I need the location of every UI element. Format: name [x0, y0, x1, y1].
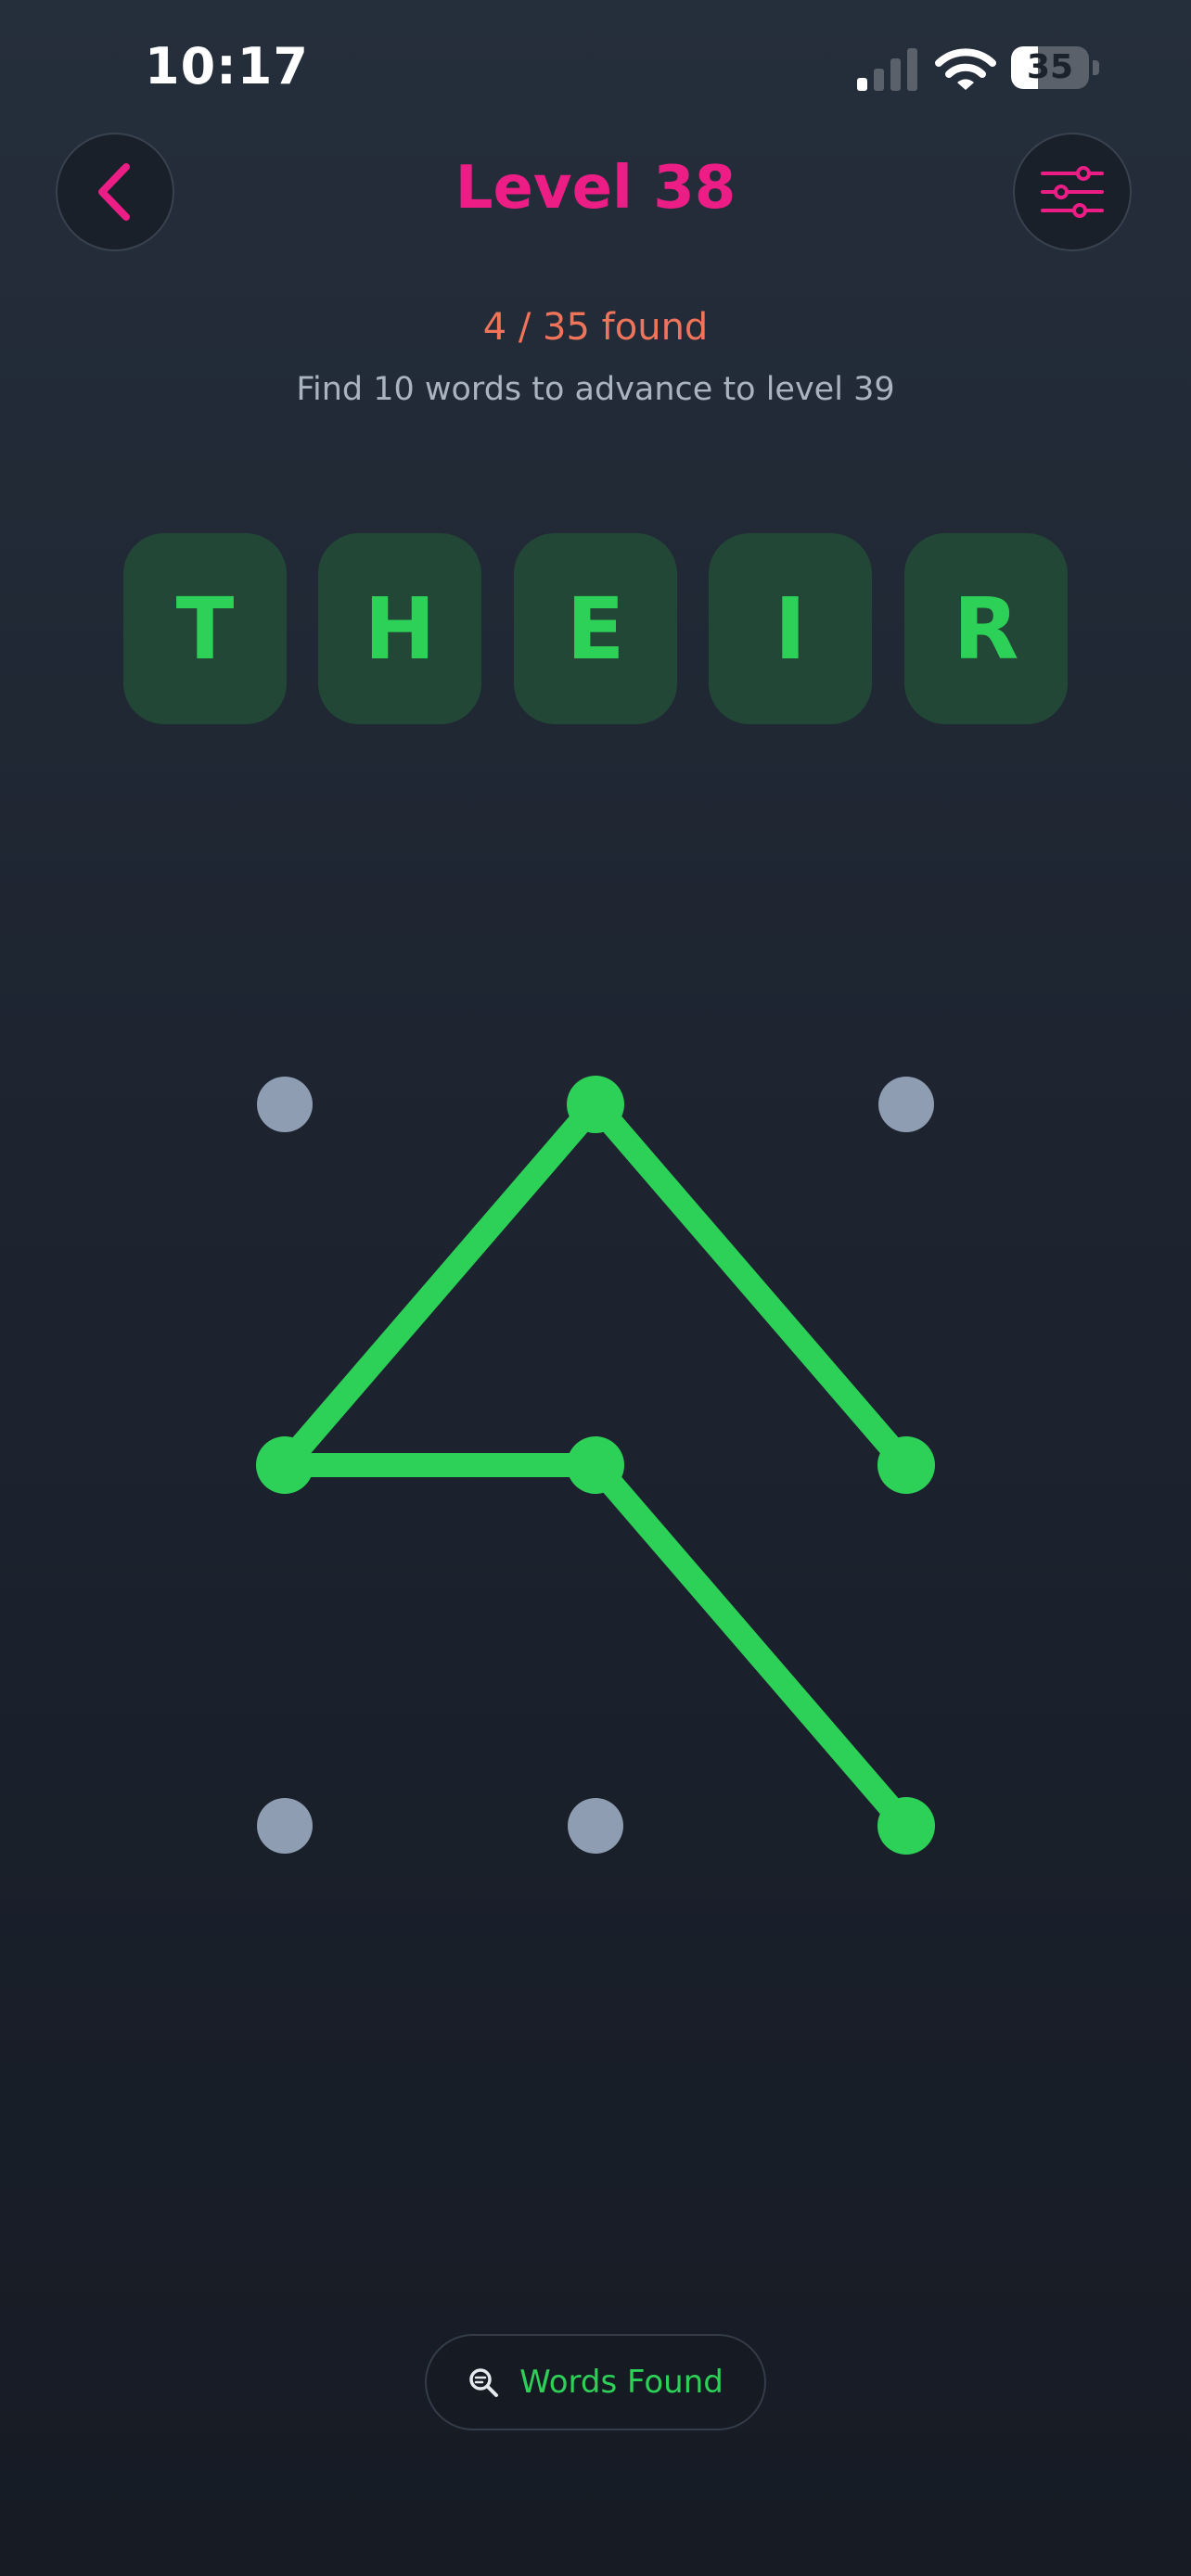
words-found-button[interactable]: Words Found	[425, 2334, 766, 2430]
found-count: 4 / 35 found	[482, 306, 709, 349]
letter-tile: T	[123, 533, 287, 724]
pattern-dot-active[interactable]	[256, 1436, 314, 1494]
letter-tile: H	[318, 533, 481, 724]
wifi-icon	[935, 48, 996, 90]
pattern-dot-active[interactable]	[567, 1436, 624, 1494]
sliders-icon	[1041, 166, 1104, 218]
cellular-signal-icon	[857, 48, 917, 91]
battery-body: 35	[1011, 46, 1089, 89]
chevron-left-icon	[98, 163, 130, 221]
pattern-dot-active[interactable]	[877, 1436, 935, 1494]
pattern-dot-active[interactable]	[567, 1076, 624, 1133]
letter-tile: R	[904, 533, 1068, 724]
pattern-segment	[583, 1453, 918, 1838]
settings-button[interactable]	[1013, 133, 1132, 251]
advance-instructions: Find 10 words to advance to level 39	[296, 371, 895, 408]
pattern-dot-active[interactable]	[877, 1797, 935, 1855]
pattern-dot[interactable]	[257, 1798, 313, 1854]
pattern-dot[interactable]	[257, 1077, 313, 1132]
search-icon	[469, 2368, 499, 2397]
status-time: 10:17	[145, 37, 309, 96]
pattern-segment	[273, 1092, 608, 1477]
status-bar: 10:17 35	[0, 0, 1191, 139]
back-button[interactable]	[56, 133, 174, 251]
current-word-tiles: T H E I R	[123, 533, 1068, 724]
letter-tile: I	[709, 533, 872, 724]
battery-percent: 35	[1026, 48, 1074, 86]
battery-indicator: 35	[1011, 46, 1100, 89]
letter-tile: E	[514, 533, 677, 724]
words-found-label: Words Found	[519, 2364, 724, 2401]
pattern-dot[interactable]	[568, 1798, 623, 1854]
battery-cap	[1093, 60, 1099, 75]
pattern-segment	[583, 1092, 918, 1477]
pattern-dot[interactable]	[878, 1077, 934, 1132]
level-title: Level 38	[455, 154, 736, 223]
